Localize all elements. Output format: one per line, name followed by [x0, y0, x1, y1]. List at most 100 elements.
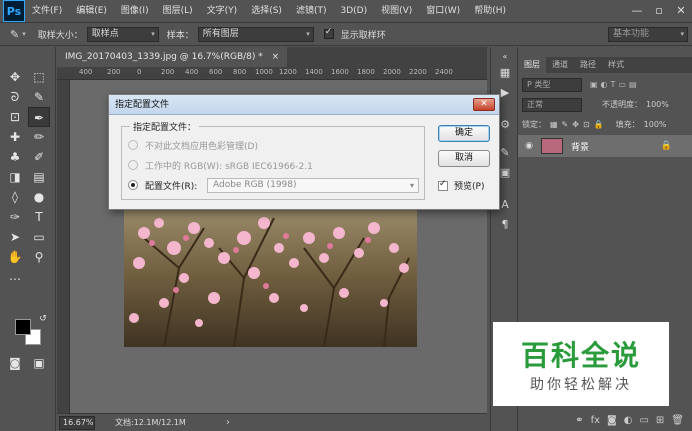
restore-button[interactable]: ▫: [648, 0, 670, 22]
blur-tool-icon[interactable]: ◊: [4, 187, 26, 207]
link-layers-icon[interactable]: ⚭: [575, 415, 583, 426]
marquee-tool-icon[interactable]: ⬚: [28, 67, 50, 87]
foreground-color-swatch[interactable]: [15, 319, 31, 335]
close-window-button[interactable]: ✕: [670, 0, 692, 22]
ruler-tick: 1600: [331, 68, 349, 76]
top-ruler: 400 200 0 200 400 600 800 1000 1200 1400…: [57, 67, 487, 80]
minimize-button[interactable]: —: [626, 0, 648, 22]
ruler-tick: 0: [137, 68, 142, 76]
collapse-arrows-icon[interactable]: «: [496, 49, 514, 65]
fx-icon[interactable]: fx: [591, 415, 600, 426]
radio-button[interactable]: [128, 160, 138, 170]
radio-no-color-management[interactable]: 不对此文档应用色彩管理(D): [128, 138, 258, 152]
quick-select-tool-icon[interactable]: ✎: [28, 87, 50, 107]
document-tab[interactable]: IMG_20170403_1339.jpg @ 16.7%(RGB/8) * ×: [57, 47, 288, 67]
radio-profile[interactable]: 配置文件(R):: [128, 178, 197, 192]
healing-tool-icon[interactable]: ✚: [4, 127, 26, 147]
path-select-tool-icon[interactable]: ➤: [4, 227, 26, 247]
ruler-tick: 1000: [255, 68, 273, 76]
profile-select[interactable]: Adobe RGB (1998) ▾: [207, 178, 419, 193]
filter-icons[interactable]: ▣◐T▭▤: [590, 80, 640, 89]
menu-layer[interactable]: 图层(L): [156, 0, 200, 22]
menu-file[interactable]: 文件(F): [25, 0, 69, 22]
zoom-tool-icon[interactable]: ⚲: [28, 247, 50, 267]
brush-tool-icon[interactable]: ✏: [28, 127, 50, 147]
watermark-subtitle: 助你轻松解决: [530, 377, 632, 393]
type-tool-icon[interactable]: T: [28, 207, 50, 227]
tab-channels[interactable]: 通道: [546, 57, 574, 73]
quick-mask-icon[interactable]: ◙: [4, 353, 26, 373]
menu-edit[interactable]: 编辑(E): [69, 0, 114, 22]
document-image[interactable]: [124, 208, 417, 347]
dodge-tool-icon[interactable]: ●: [28, 187, 50, 207]
fill-value[interactable]: 100%: [644, 120, 667, 129]
menu-help[interactable]: 帮助(H): [467, 0, 513, 22]
menu-image[interactable]: 图像(I): [114, 0, 156, 22]
radio-working-rgb[interactable]: 工作中的 RGB(W): sRGB IEC61966-2.1: [128, 158, 313, 172]
history-brush-tool-icon[interactable]: ✐: [28, 147, 50, 167]
zoom-field[interactable]: 16.67%: [59, 415, 95, 430]
shape-tool-icon[interactable]: ▭: [28, 227, 50, 247]
status-arrow-icon[interactable]: ›: [226, 417, 230, 428]
new-group-icon[interactable]: ▭: [639, 415, 648, 426]
menu-select[interactable]: 选择(S): [244, 0, 289, 22]
eyedropper-icon[interactable]: ✎: [10, 28, 19, 41]
radio-button[interactable]: [128, 180, 138, 190]
preview-label: 预览(P): [454, 182, 485, 192]
swap-colors-icon[interactable]: ↺: [32, 309, 54, 329]
tab-layers[interactable]: 图层: [518, 57, 546, 73]
layer-row-background[interactable]: ◉ 背景 🔒: [518, 135, 692, 157]
sample-size-select[interactable]: 取样点 ▾: [86, 26, 159, 42]
document-tab-bar: IMG_20170403_1339.jpg @ 16.7%(RGB/8) * ×: [57, 47, 487, 67]
more-tools-icon[interactable]: ⋯: [4, 269, 26, 289]
kind-filter-select[interactable]: P 类型: [522, 77, 582, 92]
radio-button[interactable]: [128, 140, 138, 150]
menu-view[interactable]: 视图(V): [374, 0, 419, 22]
watermark: 百科全说 助你轻松解决: [493, 322, 669, 406]
new-layer-icon[interactable]: ⊞: [656, 415, 664, 426]
preview-toggle[interactable]: 预览(P): [438, 179, 484, 192]
trash-icon[interactable]: 🗑: [671, 415, 684, 426]
tool-preset-arrow-icon[interactable]: ▾: [22, 30, 26, 38]
close-tab-icon[interactable]: ×: [272, 52, 280, 62]
add-mask-icon[interactable]: ◙: [607, 415, 617, 426]
gradient-tool-icon[interactable]: ▤: [28, 167, 50, 187]
menu-type[interactable]: 文字(Y): [200, 0, 245, 22]
sample-select[interactable]: 所有图层 ▾: [197, 26, 314, 42]
stamp-tool-icon[interactable]: ♣: [4, 147, 26, 167]
eye-icon[interactable]: ◉: [521, 141, 537, 151]
menu-filter[interactable]: 滤镜(T): [289, 0, 334, 22]
dialog-title: 指定配置文件: [115, 100, 170, 110]
ruler-tick: 400: [185, 68, 199, 76]
workspace-select[interactable]: 基本功能 ▾: [608, 27, 688, 42]
paragraph-panel-icon[interactable]: ¶: [496, 217, 514, 233]
screen-mode-icon[interactable]: ▣: [28, 353, 50, 373]
menu-3d[interactable]: 3D(D): [333, 0, 374, 22]
pen-tool-icon[interactable]: ✑: [4, 207, 26, 227]
crop-tool-icon[interactable]: ⊡: [4, 107, 26, 127]
lasso-tool-icon[interactable]: ᘐ: [4, 87, 26, 107]
tab-styles[interactable]: 样式: [602, 57, 630, 73]
preview-checkbox[interactable]: [438, 179, 448, 191]
ok-button[interactable]: 确定: [438, 125, 490, 142]
adjustment-layer-icon[interactable]: ◐: [624, 415, 633, 426]
blend-row: 正常 不透明度： 100%: [522, 97, 669, 112]
menu-window[interactable]: 窗口(W): [419, 0, 467, 22]
hand-tool-icon[interactable]: ✋: [4, 247, 26, 267]
lock-icons[interactable]: ▦✎✥⊡🔒: [550, 120, 608, 129]
show-ring-checkbox[interactable]: [323, 27, 334, 39]
close-icon[interactable]: ✕: [473, 98, 495, 111]
cancel-button[interactable]: 取消: [438, 150, 490, 167]
tab-paths[interactable]: 路径: [574, 57, 602, 73]
panel-tabs: 图层 通道 路径 样式: [518, 57, 692, 73]
eraser-tool-icon[interactable]: ◨: [4, 167, 26, 187]
opacity-value[interactable]: 100%: [646, 100, 669, 109]
move-tool-icon[interactable]: ✥: [4, 67, 26, 87]
dialog-title-bar: 指定配置文件 ✕: [109, 95, 499, 115]
group-legend: 指定配置文件：: [130, 120, 200, 133]
photoshop-logo: Ps: [3, 0, 25, 22]
blend-mode-select[interactable]: 正常: [522, 97, 582, 112]
history-panel-icon[interactable]: ▦: [496, 65, 514, 81]
chevron-down-icon: ▾: [680, 30, 684, 38]
eyedropper-tool-icon[interactable]: ✒: [28, 107, 50, 127]
